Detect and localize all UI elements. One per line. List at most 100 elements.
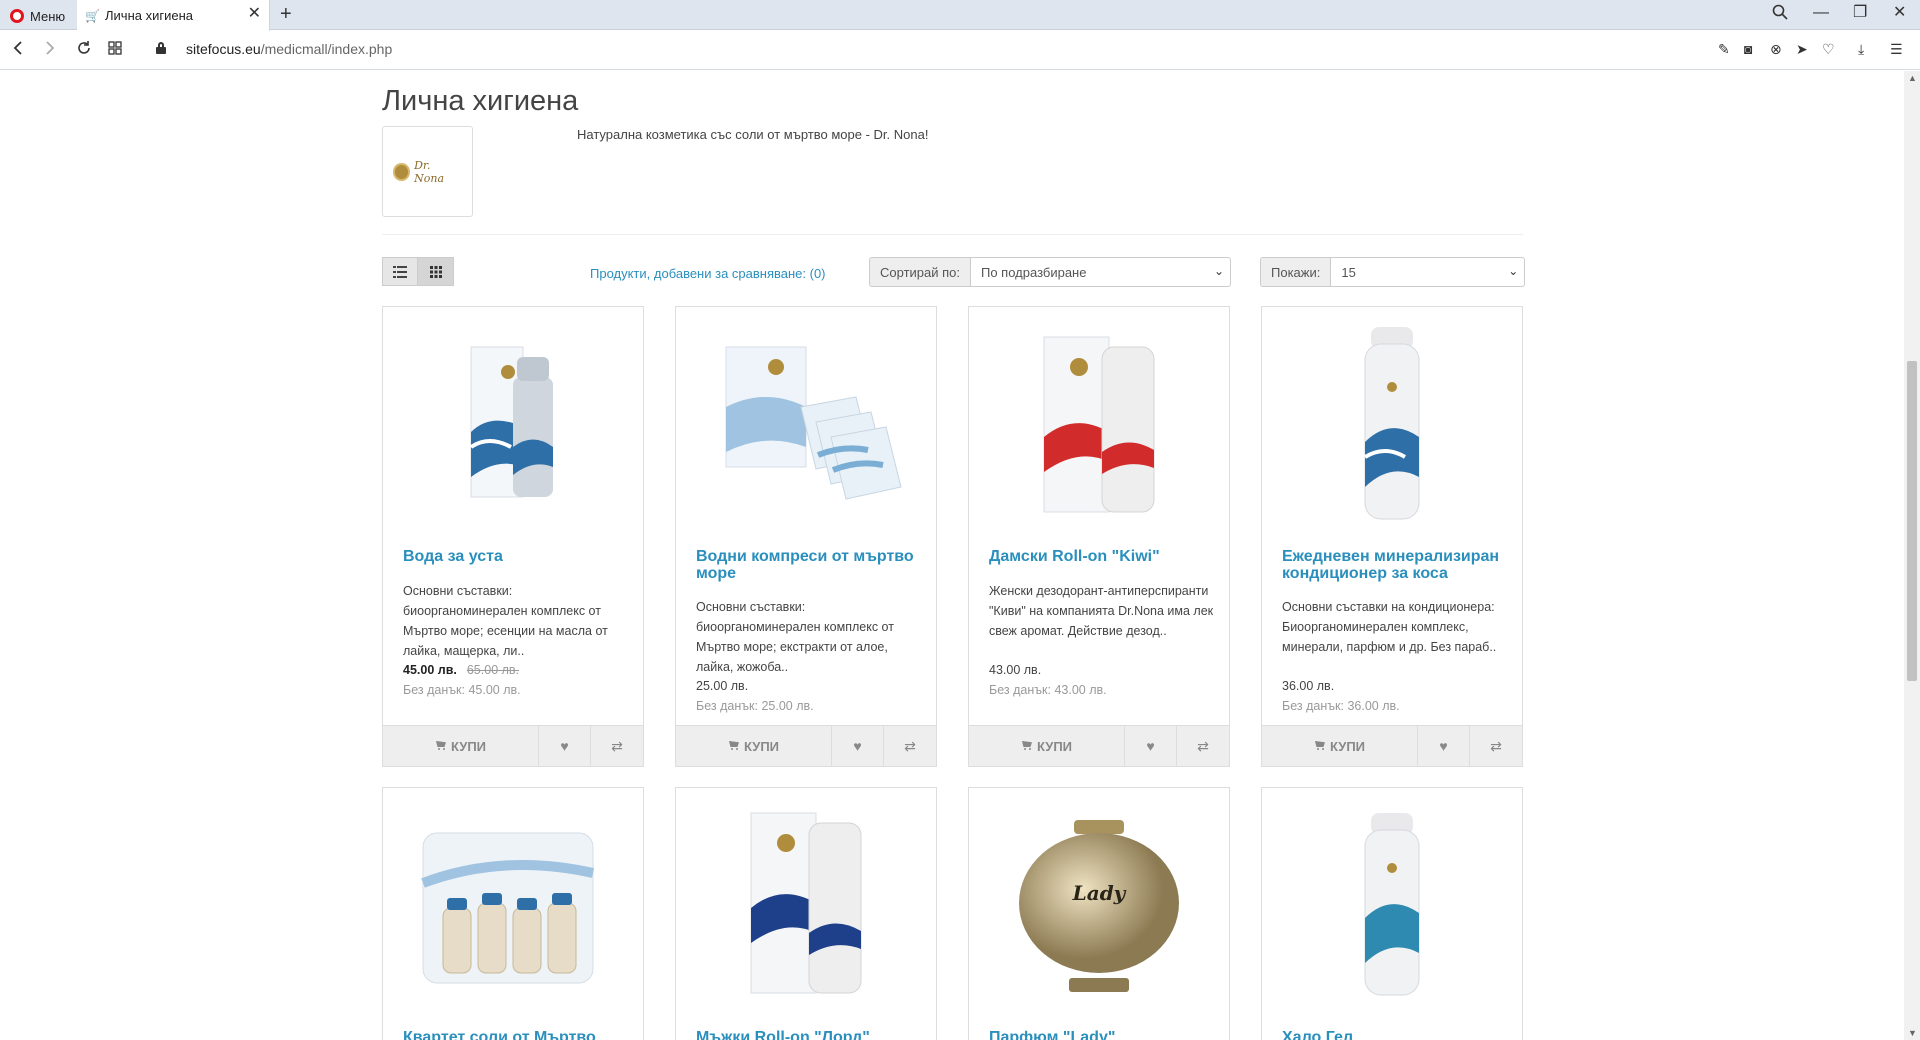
sort-select[interactable]: По подразбиране ⌄ [971,257,1231,287]
product-card: Хало Гел [1261,787,1523,1040]
wishlist-heart-icon[interactable]: ♥ [1125,726,1177,766]
product-name-link[interactable]: Квартет соли от Мъртво море [403,1029,633,1040]
product-description: Основни съставки на кондиционера: Биоорг… [1282,600,1497,654]
page-scrollbar[interactable]: ▲ ▼ [1904,71,1920,1040]
price-without-tax: Без данък: 25.00 лв. [696,699,814,713]
product-actions: КУПИ ♥ ⇄ [383,725,643,766]
price-without-tax: Без данък: 45.00 лв. [403,683,521,697]
compare-exchange-icon[interactable]: ⇄ [884,726,936,766]
restore-icon[interactable]: ❐ [1853,4,1867,22]
camera-icon[interactable]: ◙ [1744,41,1752,57]
new-tab-icon[interactable]: + [280,4,292,24]
product-price: 36.00 лв. [1282,679,1334,693]
product-price: 43.00 лв. [989,663,1041,677]
product-name-link[interactable]: Хало Гел [1282,1029,1512,1040]
product-image[interactable]: Lady [969,788,1229,1018]
product-name-link[interactable]: Дамски Roll-on "Kiwi" [989,548,1219,565]
url-field[interactable]: sitefocus.eu/medicmall/index.php [186,41,392,57]
dr-nona-logo: Dr. Nona [392,157,463,187]
limit-value: 15 [1341,264,1356,280]
product-description: Основни съставки: биоорганоминерален ком… [696,600,894,674]
category-thumbnail[interactable]: Dr. Nona [382,126,473,217]
wishlist-heart-icon[interactable]: ♥ [1418,726,1470,766]
download-icon[interactable]: ⤓ [1858,41,1864,57]
product-image[interactable] [383,307,643,537]
edit-icon[interactable]: ✎ [1718,41,1730,57]
cart-icon [1314,741,1326,751]
speed-dial-icon[interactable] [108,40,122,58]
buy-button[interactable]: КУПИ [1262,726,1418,766]
product-card: Lady Парфюм "Lady" [968,787,1230,1040]
search-tabs-icon[interactable] [1772,4,1788,25]
product-name-link[interactable]: Ежедневен минерализиран кондиционер за к… [1282,548,1512,582]
price-without-tax: Без данък: 43.00 лв. [989,683,1107,697]
product-name-link[interactable]: Парфюм "Lady" [989,1029,1219,1040]
limit-select[interactable]: 15 ⌄ [1331,257,1526,287]
rollon-lord-image [750,812,862,994]
wishlist-heart-icon[interactable]: ♥ [539,726,591,766]
price-new: 25.00 лв. [696,679,749,693]
view-toggle [382,257,454,286]
product-actions: КУПИ ♥ ⇄ [676,725,936,766]
close-tab-icon[interactable]: ✕ [248,6,261,22]
compress-packs-image [725,346,902,500]
url-host: sitefocus.eu [186,41,261,57]
lock-icon[interactable] [156,42,166,54]
buy-button[interactable]: КУПИ [383,726,539,766]
category-description: Натурална козметика със соли от мъртво м… [577,127,929,142]
logo-emblem-icon [392,162,411,181]
list-view-button[interactable] [382,257,418,286]
product-card: Ежедневен минерализиран кондиционер за к… [1261,306,1523,767]
product-name-link[interactable]: Мъжки Roll-on "Лорд" [696,1029,926,1040]
halo-gel-image [1364,813,1420,996]
close-window-icon[interactable]: ✕ [1893,4,1906,22]
product-actions: КУПИ ♥ ⇄ [1262,725,1522,766]
send-icon[interactable]: ➤ [1796,41,1808,57]
compare-products-link[interactable]: Продукти, добавени за сравняване: (0) [590,266,826,281]
heart-icon[interactable]: ♡ [1822,41,1835,57]
tab-bar: Меню 🛒 Лична хигиена ✕ + — ❐ ✕ [0,0,1920,31]
compare-exchange-icon[interactable]: ⇄ [1470,726,1522,766]
svg-text:Lady: Lady [1072,881,1127,905]
scrollbar-thumb[interactable] [1907,361,1917,681]
compare-exchange-icon[interactable]: ⇄ [591,726,643,766]
easy-setup-icon[interactable]: ☰ [1890,41,1903,57]
forward-icon[interactable] [44,40,56,59]
logo-text: Dr. Nona [414,158,444,185]
page-title: Лична хигиена [382,85,579,117]
buy-button[interactable]: КУПИ [676,726,832,766]
reload-icon[interactable] [76,40,92,59]
product-image[interactable] [676,788,936,1018]
scroll-up-icon[interactable]: ▲ [1908,73,1917,83]
wishlist-heart-icon[interactable]: ♥ [832,726,884,766]
conditioner-bottle-image [1363,327,1420,520]
product-card: Дамски Roll-on "Kiwi" Женски дезодорант-… [968,306,1230,767]
compare-exchange-icon[interactable]: ⇄ [1177,726,1229,766]
product-name-link[interactable]: Водни компреси от мъртво море [696,548,926,582]
menu-label: Меню [30,8,66,24]
sort-control: Сортирай по: По подразбиране ⌄ [869,257,1231,287]
sort-label: Сортирай по: [869,257,971,287]
tab-active[interactable]: 🛒 Лична хигиена ✕ [77,0,270,31]
price-without-tax: Без данък: 36.00 лв. [1282,699,1400,713]
product-price: 45.00 лв. 65.00 лв. [403,663,519,677]
minimize-icon[interactable]: — [1813,4,1829,22]
product-image[interactable] [1262,307,1522,537]
product-image[interactable] [1262,788,1522,1018]
opera-menu-button[interactable]: Меню [4,4,71,28]
buy-label: КУПИ [450,738,487,754]
product-name-link[interactable]: Вода за уста [403,548,633,565]
price-new: 43.00 лв. [989,663,1042,677]
browser-window: Меню 🛒 Лична хигиена ✕ + — ❐ ✕ sitefocus… [0,0,1920,1040]
buy-button[interactable]: КУПИ [969,726,1125,766]
product-description: Основни съставки: биоорганоминерален ком… [403,584,608,658]
opera-logo-icon [10,9,24,23]
grid-view-button[interactable] [418,257,454,286]
chevron-down-icon: ⌄ [1508,264,1519,278]
scroll-down-icon[interactable]: ▼ [1908,1028,1917,1038]
back-icon[interactable] [12,40,24,59]
product-image[interactable] [676,307,936,537]
product-image[interactable] [969,307,1229,537]
product-image[interactable] [383,788,643,1018]
adblock-icon[interactable]: ⊗ [1770,41,1782,57]
